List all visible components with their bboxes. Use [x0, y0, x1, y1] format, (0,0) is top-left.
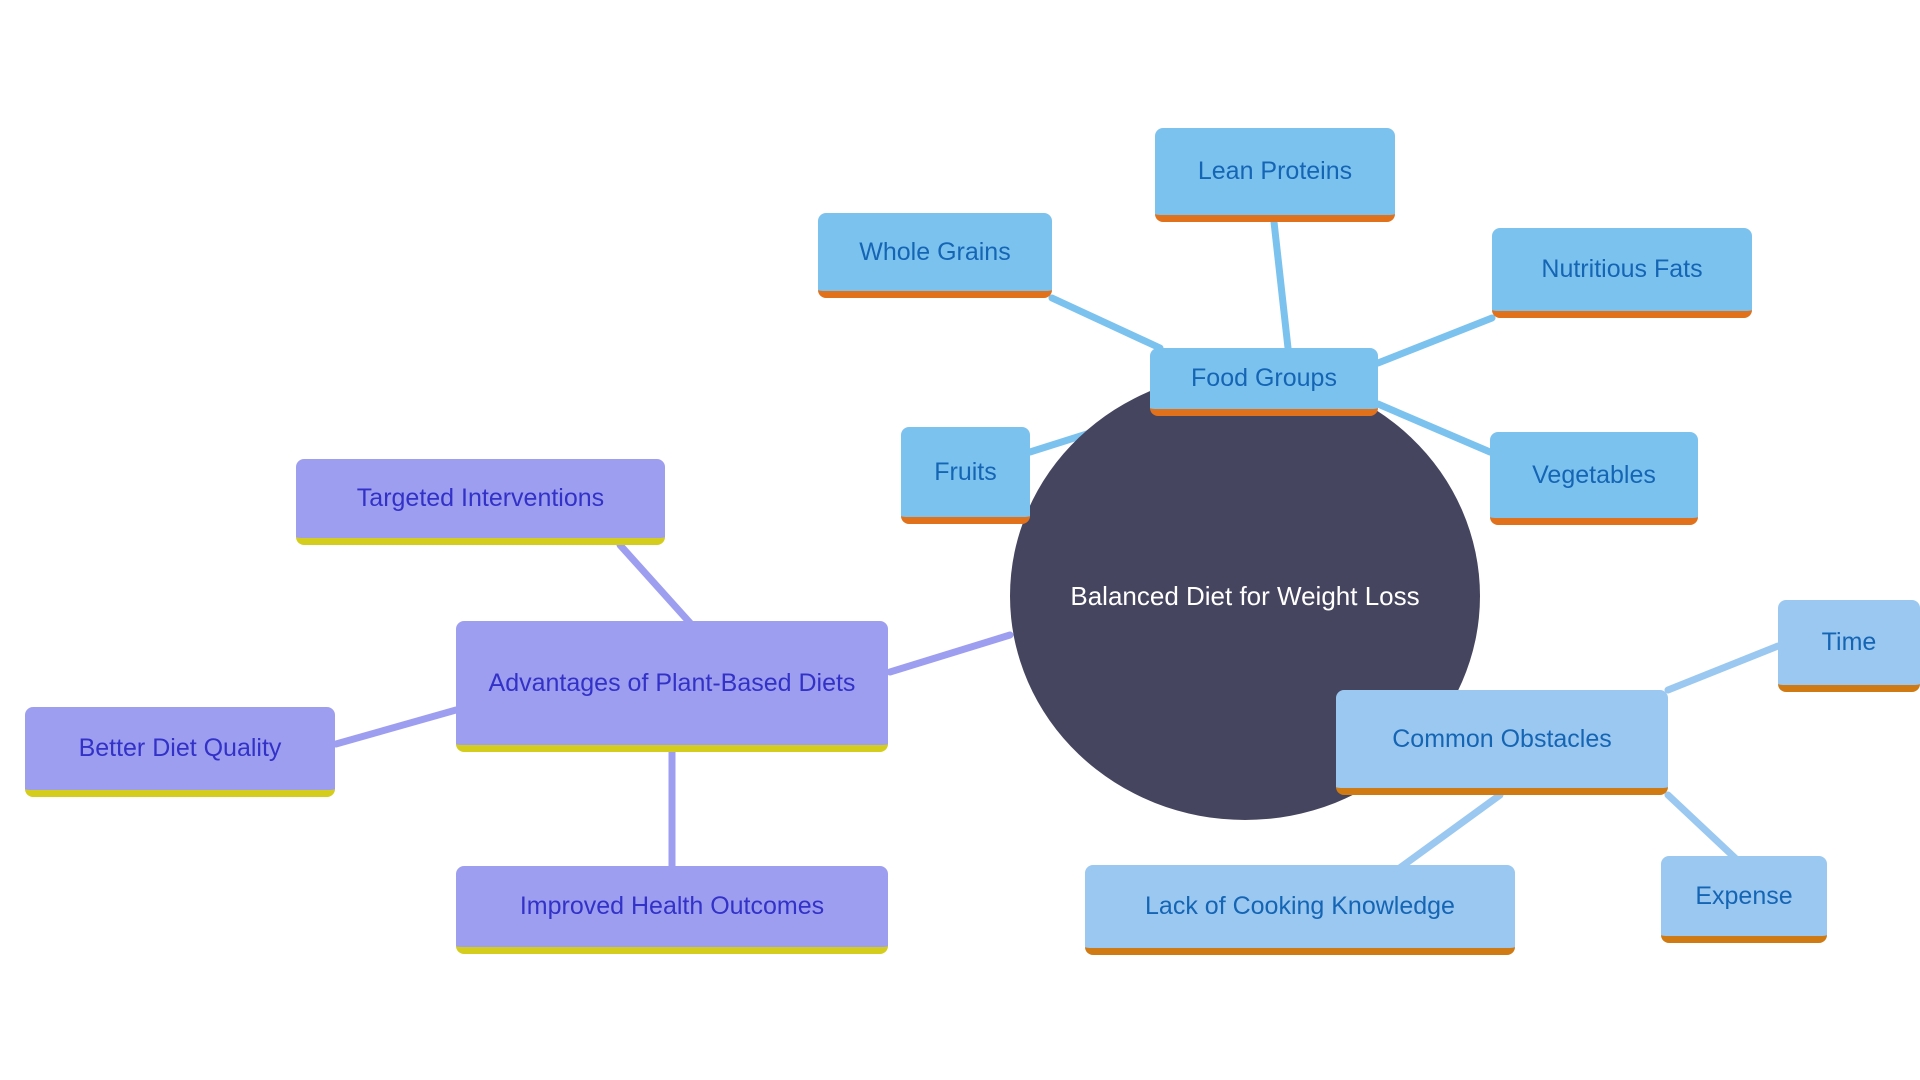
node-targeted-interventions-label: Targeted Interventions: [356, 484, 605, 512]
node-food-groups-label: Food Groups: [1191, 364, 1337, 392]
node-expense[interactable]: Expense: [1661, 856, 1827, 943]
node-vegetables[interactable]: Vegetables: [1490, 432, 1698, 525]
edge-lean-proteins-to-food-groups: [1270, 218, 1292, 352]
node-time[interactable]: Time: [1778, 600, 1920, 692]
mindmap-canvas: Balanced Diet for Weight Loss Food Group…: [0, 0, 1920, 1080]
node-common-obstacles-label: Common Obstacles: [1392, 724, 1612, 753]
node-whole-grains[interactable]: Whole Grains: [818, 213, 1052, 298]
node-lack-of-cooking-knowledge-label: Lack of Cooking Knowledge: [1145, 892, 1455, 920]
node-nutritious-fats-label: Nutritious Fats: [1541, 255, 1703, 283]
edge-lack-of-cooking-knowledge-to-common-obstacles: [1386, 791, 1504, 879]
node-vegetables-label: Vegetables: [1532, 460, 1656, 489]
node-fruits[interactable]: Fruits: [901, 427, 1030, 524]
node-lean-proteins-label: Lean Proteins: [1197, 157, 1353, 185]
node-advantages-plant-based[interactable]: Advantages of Plant-Based Diets: [456, 621, 888, 752]
node-better-diet-quality[interactable]: Better Diet Quality: [25, 707, 335, 797]
node-whole-grains-label: Whole Grains: [859, 237, 1011, 266]
edge-central-to-advantages: [886, 631, 1014, 676]
node-improved-health-outcomes-label: Improved Health Outcomes: [519, 892, 825, 920]
node-nutritious-fats[interactable]: Nutritious Fats: [1492, 228, 1752, 318]
node-better-diet-quality-label: Better Diet Quality: [78, 734, 282, 762]
node-time-label: Time: [1821, 628, 1877, 656]
edge-better-diet-quality-to-advantages: [332, 706, 460, 748]
edge-time-to-common-obstacles: [1664, 642, 1782, 694]
node-targeted-interventions[interactable]: Targeted Interventions: [296, 459, 665, 545]
node-fruits-label: Fruits: [934, 457, 997, 486]
edge-nutritious-fats-to-food-groups: [1374, 314, 1496, 367]
node-lack-of-cooking-knowledge[interactable]: Lack of Cooking Knowledge: [1085, 865, 1515, 955]
node-food-groups[interactable]: Food Groups: [1150, 348, 1378, 416]
central-node-label: Balanced Diet for Weight Loss: [1070, 580, 1420, 611]
node-common-obstacles[interactable]: Common Obstacles: [1336, 690, 1668, 795]
node-improved-health-outcomes[interactable]: Improved Health Outcomes: [456, 866, 888, 954]
node-advantages-plant-based-label: Advantages of Plant-Based Diets: [488, 668, 856, 697]
node-expense-label: Expense: [1695, 881, 1793, 910]
edge-layer: [332, 218, 1782, 879]
node-lean-proteins[interactable]: Lean Proteins: [1155, 128, 1395, 222]
edge-whole-grains-to-food-groups: [1048, 294, 1164, 352]
